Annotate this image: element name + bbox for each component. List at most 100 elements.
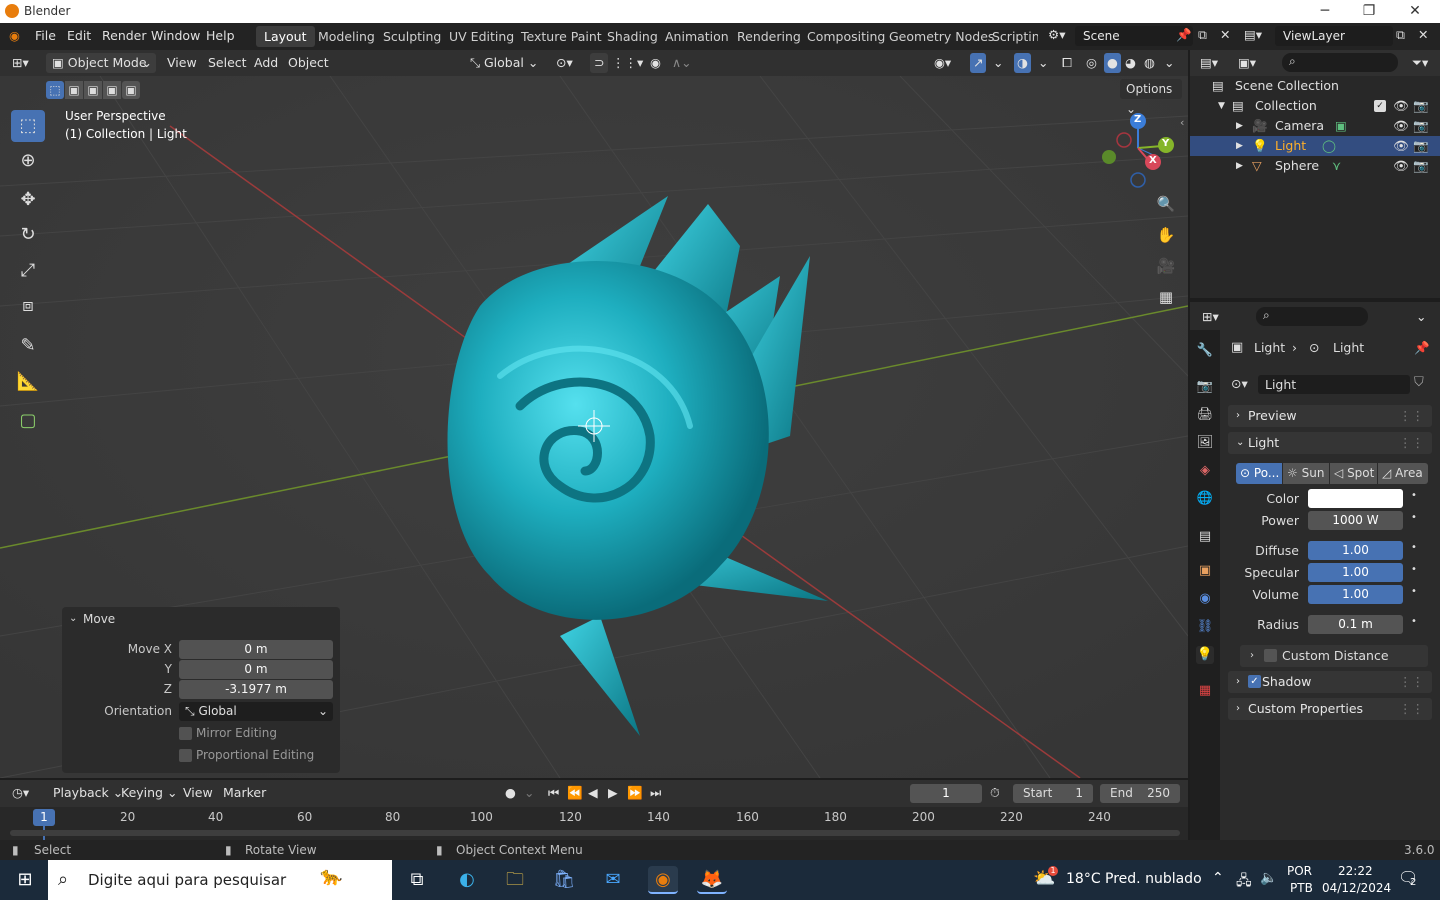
tab-uv-editing[interactable]: UV Editing [441,26,522,47]
edge-browser-icon[interactable]: ◐ [452,866,482,894]
clock-time[interactable]: 22:22 [1338,864,1373,878]
wireframe-shading-icon[interactable]: ◎ [1086,53,1097,73]
shadow-section[interactable]: › ✓ Shadow ⋮⋮ [1228,671,1432,693]
collapse-chevron-icon[interactable]: ⌄ [69,613,77,624]
volume-icon[interactable]: 🔈 [1260,870,1277,886]
overlays-dropdown-icon[interactable]: ⌄ [1038,53,1048,73]
keyboard-layout-label[interactable]: PTB [1290,881,1313,895]
new-scene-icon[interactable]: ⧉ [1198,27,1207,43]
view-layer-tab-icon[interactable]: 🖼 [1196,434,1214,452]
mode-dropdown[interactable]: ▣ Object Mode ⌄ [46,53,156,73]
collection-checkbox[interactable]: ✓ [1374,100,1386,112]
task-view-icon[interactable]: ⧉ [402,866,432,894]
custom-distance-subpanel[interactable]: › Custom Distance [1240,645,1428,667]
new-view-layer-icon[interactable]: ⧉ [1396,27,1405,43]
mail-icon[interactable]: ✉ [598,866,628,894]
gizmo-toggle-icon[interactable]: ↗ [970,53,987,73]
move-tool[interactable]: ✥ [11,184,45,216]
rendered-shading-icon[interactable]: ◍ [1144,53,1155,73]
timeline-area[interactable]: 1 20 40 60 80 100 120 140 160 180 200 22… [0,807,1188,840]
view-layer-field[interactable]: ViewLayer [1275,26,1393,46]
volume-slider[interactable]: 1.00 [1308,585,1403,604]
specular-slider[interactable]: 1.00 [1308,563,1403,582]
taskbar-search-input[interactable]: ⌕ Digite aqui para pesquisar 🐆 [48,860,392,900]
diffuse-slider[interactable]: 1.00 [1308,541,1403,560]
firefox-icon[interactable]: 🦊 [697,866,727,894]
light-datablock-icon[interactable]: ⊙▾ [1231,376,1248,391]
ortho-grid-icon[interactable]: ▦ [1153,284,1179,310]
jump-start-icon[interactable]: ⏮ [548,783,559,803]
cursor-tool[interactable]: ⊕ [11,145,45,177]
add-cube-tool[interactable]: ▢ [11,405,45,437]
light-datablock-field[interactable]: Light [1258,375,1410,394]
jump-keyframe-forward-icon[interactable]: ⏩ [627,783,643,803]
blender-taskbar-icon[interactable]: ◉ [648,866,678,894]
gizmo-dropdown-icon[interactable]: ⌄ [993,53,1003,73]
solid-shading-icon[interactable]: ● [1104,53,1121,73]
color-swatch[interactable] [1308,489,1403,508]
pivot-icon[interactable]: ⊙▾ [556,53,573,73]
move-y-field[interactable]: 0 m [179,660,333,679]
display-mode-icon[interactable]: ▣▾ [1238,53,1256,73]
snap-icon[interactable]: ⊃ [590,53,609,73]
microsoft-store-icon[interactable]: 🛍 [549,866,579,894]
menu-window[interactable]: Window [151,28,200,43]
mesh-data-icon[interactable]: ⋎ [1332,156,1341,176]
pin-icon[interactable]: 📌 [1414,340,1430,356]
drag-handle-icon[interactable]: ⋮⋮ [1399,432,1424,454]
render-camera-icon[interactable]: 📷 [1413,116,1429,136]
render-camera-icon[interactable]: 📷 [1413,96,1429,116]
keyframe-dot-icon[interactable]: • [1411,512,1417,523]
properties-options-icon[interactable]: ⌄ [1416,307,1426,327]
outliner-row-collection[interactable]: ▼ ▤ Collection ✓ 👁 📷 [1190,96,1440,116]
measure-tool[interactable]: 📐 [11,366,45,398]
select-subtract-icon[interactable]: ▣ [84,81,102,99]
xray-icon[interactable]: ⧠ [1062,53,1072,73]
clock-date[interactable]: 04/12/2024 [1322,881,1391,895]
outliner-editor-icon[interactable]: ▤▾ [1200,53,1218,73]
keyframe-dot-icon[interactable]: • [1411,490,1417,501]
sidebar-toggle-icon[interactable]: ‹ [1180,116,1184,129]
chevron-up-icon[interactable]: ⌃ [1212,870,1224,886]
move-z-field[interactable]: -3.1977 m [179,680,333,699]
light-data-tab-icon[interactable]: 💡 [1196,646,1214,664]
select-box-tool[interactable]: ⬚ [11,110,45,142]
jump-end-icon[interactable]: ⏭ [650,783,661,803]
delete-view-layer-icon[interactable]: ✕ [1418,27,1428,42]
menu-file[interactable]: File [35,28,56,43]
expand-arrow-icon[interactable]: ▼ [1218,96,1225,116]
overlays-toggle-icon[interactable]: ◑ [1014,53,1031,73]
menu-view[interactable]: View [167,53,197,73]
timeline-scrollbar[interactable] [10,830,1180,836]
tab-animation[interactable]: Animation [657,26,737,47]
minimize-button[interactable]: ─ [1302,0,1348,23]
outliner-row-camera[interactable]: ▶ 🎥 Camera ▣ 👁 📷 [1190,116,1440,136]
current-frame-field[interactable]: 1 [910,784,982,803]
shadow-checkbox[interactable]: ✓ [1248,675,1261,688]
preview-range-icon[interactable]: ⏱ [990,783,1000,803]
drag-handle-icon[interactable]: ⋮⋮ [1399,671,1424,693]
expand-arrow-icon[interactable]: ▶ [1236,136,1243,156]
outliner-row-scene-collection[interactable]: ▤ Scene Collection [1190,76,1440,96]
keying-menu[interactable]: Keying ⌄ [121,783,177,803]
playhead[interactable]: 1 [33,809,55,826]
scene-selector-icon[interactable]: ⚙▾ [1048,27,1065,42]
light-section[interactable]: ⌄ Light ⋮⋮ [1228,432,1432,454]
outliner-row-sphere[interactable]: ▶ ▽ Sphere ⋎ 👁 📷 [1190,156,1440,176]
mirror-editing-checkbox[interactable] [179,727,192,740]
constraints-tab-icon[interactable]: ⛓ [1196,618,1214,636]
power-field[interactable]: 1000 W [1308,511,1403,530]
drag-handle-icon[interactable]: ⋮⋮ [1399,698,1424,720]
keyframe-dot-icon[interactable]: • [1411,586,1417,597]
windows-start-icon[interactable]: ⊞ [10,866,40,894]
properties-search-input[interactable]: ⌕ [1256,307,1368,326]
light-type-sun[interactable]: ☼ Sun [1283,463,1329,484]
proportional-editing-checkbox[interactable] [179,749,192,762]
menu-render[interactable]: Render [102,28,147,43]
tab-shading[interactable]: Shading [599,26,666,47]
select-invert-icon[interactable]: ▣ [103,81,121,99]
menu-select[interactable]: Select [208,53,247,73]
auto-keying-icon[interactable]: ● [505,783,516,803]
filter-icon[interactable]: ⏷▾ [1412,53,1428,73]
render-camera-icon[interactable]: 📷 [1413,156,1429,176]
